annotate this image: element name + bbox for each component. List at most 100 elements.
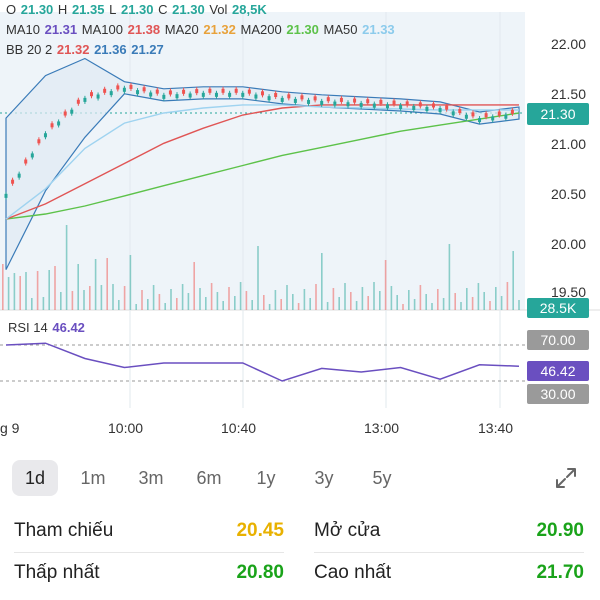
candle-body — [241, 92, 245, 97]
volume-bar — [71, 291, 74, 310]
volume-bar — [489, 301, 491, 310]
period-3y[interactable]: 3y — [301, 460, 347, 496]
candle-body — [385, 104, 389, 109]
candle-body — [280, 97, 284, 102]
price-tick: 21.00 — [550, 136, 586, 152]
volume-bar — [245, 291, 248, 310]
volume-bar — [286, 285, 288, 310]
volume-bar — [338, 297, 340, 310]
candle-body — [445, 105, 449, 110]
candle-body — [188, 93, 192, 98]
price-tick: 20.00 — [550, 236, 586, 252]
candle-body — [57, 121, 61, 126]
volume-bar — [280, 299, 282, 310]
period-1m[interactable]: 1m — [70, 460, 116, 496]
volume-bar — [25, 272, 27, 310]
ma-legend: MA10 21.31 MA100 21.38 MA20 21.32 MA200 … — [6, 22, 395, 37]
price-tick: 20.50 — [550, 186, 586, 202]
stat-open: Mở cửa 20.90 — [314, 512, 584, 552]
expand-icon[interactable] — [554, 466, 578, 490]
period-5y[interactable]: 5y — [359, 460, 405, 496]
volume-bar — [431, 303, 433, 310]
candle-body — [307, 99, 311, 104]
volume-bar — [187, 293, 190, 310]
volume-bar — [170, 289, 172, 310]
volume-bar — [118, 300, 120, 310]
volume-bar — [193, 262, 195, 310]
chart-canvas[interactable] — [0, 0, 600, 410]
divider — [314, 552, 584, 553]
candle-body — [432, 103, 435, 108]
rsi-upper-tag: 70.00 — [527, 330, 589, 350]
volume-bar — [344, 283, 346, 310]
volume-bar — [315, 284, 317, 310]
volume-bar — [297, 303, 300, 310]
volume-bar — [60, 292, 62, 310]
volume-bar — [292, 294, 294, 310]
candle-body — [195, 89, 199, 94]
volume-bar — [234, 296, 236, 310]
volume-bar — [210, 283, 213, 310]
time-tick: 13:00 — [364, 420, 400, 436]
volume-bar — [19, 276, 21, 310]
candle-body — [261, 91, 264, 96]
volume-bar — [303, 289, 306, 310]
candle-body — [405, 101, 409, 106]
volume-bar — [181, 284, 184, 310]
period-6m[interactable]: 6m — [186, 460, 232, 496]
current-price-tag: 21.30 — [527, 103, 589, 125]
candle-body — [333, 101, 337, 106]
volume-bar — [518, 300, 520, 310]
period-1d[interactable]: 1d — [12, 460, 58, 496]
volume-bar — [448, 244, 451, 310]
candle-body — [254, 94, 258, 99]
volume-bar — [350, 292, 352, 310]
candle-body — [458, 108, 462, 114]
candle-body — [353, 98, 357, 103]
price-chart[interactable]: O 21.30 H 21.35 L 21.30 C 21.30 Vol 28,5… — [0, 0, 600, 436]
volume-bar — [274, 290, 277, 310]
volume-bar — [135, 304, 137, 310]
candle-body — [425, 106, 429, 111]
volume-bar — [147, 299, 149, 310]
volume-bar — [460, 302, 462, 310]
volume-bar — [65, 225, 68, 310]
candle-body — [116, 85, 120, 90]
volume-bar — [129, 255, 132, 310]
volume-bar — [7, 277, 10, 310]
volume-bar — [36, 271, 39, 310]
candle-body — [300, 95, 304, 100]
stat-high: Cao nhất 21.70 — [314, 554, 584, 594]
candle-body — [412, 105, 416, 110]
period-3m[interactable]: 3m — [128, 460, 174, 496]
period-1y[interactable]: 1y — [243, 460, 289, 496]
candle-body — [214, 92, 218, 97]
candle-body — [76, 99, 80, 104]
candle-body — [418, 102, 422, 107]
volume-bar — [454, 293, 456, 310]
volume-bar — [222, 301, 224, 310]
candle-body — [129, 84, 133, 89]
volume-bar — [506, 282, 509, 310]
candle-body — [83, 97, 87, 102]
candle-body — [464, 114, 468, 119]
volume-bar — [396, 295, 398, 310]
volume-bar — [384, 260, 387, 310]
rsi-value-tag: 46.42 — [527, 361, 589, 381]
volume-bar — [205, 297, 207, 310]
candle-body — [63, 111, 67, 116]
volume-bar — [158, 294, 161, 310]
candle-body — [372, 103, 376, 108]
volume-bar — [500, 296, 503, 310]
rsi-legend: RSI 14 46.42 — [8, 320, 85, 335]
candle-body — [90, 92, 93, 97]
divider — [14, 552, 284, 553]
volume-bar — [106, 258, 108, 310]
volume-bar — [13, 273, 16, 310]
volume-bar — [413, 299, 416, 310]
volume-bar — [89, 286, 91, 310]
volume-bar — [216, 292, 219, 310]
candle-body — [11, 179, 15, 184]
volume-bar — [437, 289, 439, 310]
volume-bar — [373, 282, 375, 310]
